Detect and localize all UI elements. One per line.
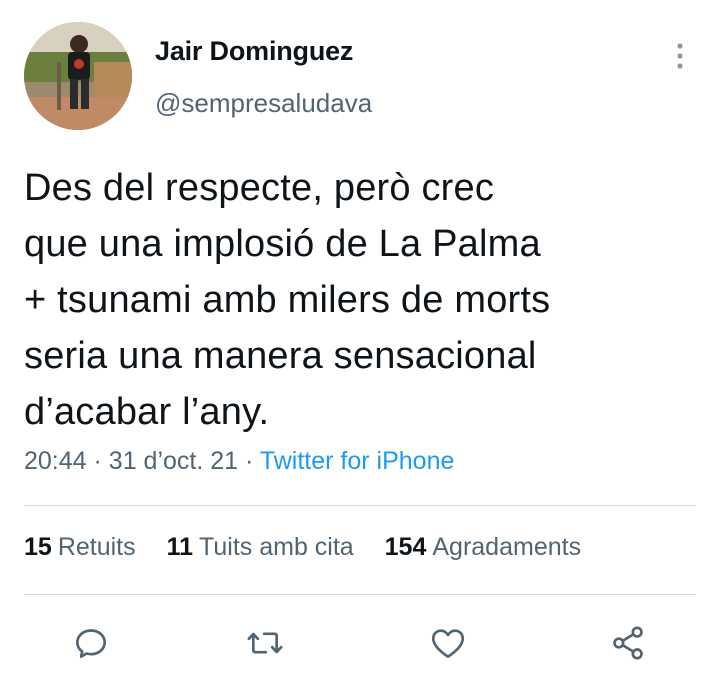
tweet-meta: 20:44 · 31 d’oct. 21 · Twitter for iPhon…	[24, 447, 454, 476]
heart-icon	[431, 629, 465, 658]
retweets-count: 15	[24, 533, 52, 561]
divider	[24, 594, 696, 595]
quotes-stat[interactable]: 11 Tuits amb cita	[167, 533, 354, 562]
quotes-label: Tuits amb cita	[199, 533, 354, 561]
reply-icon	[76, 629, 106, 658]
likes-label: Agradaments	[432, 533, 582, 561]
like-button[interactable]	[420, 615, 476, 671]
retweet-icon	[247, 632, 283, 654]
share-icon	[613, 626, 643, 660]
likes-stat[interactable]: 154 Agradaments	[385, 533, 581, 562]
tweet-text-line: + tsunami amb milers de morts	[24, 279, 551, 321]
tweet-time[interactable]: 20:44	[24, 447, 87, 475]
more-options-button[interactable]	[666, 40, 694, 72]
more-vertical-icon	[677, 43, 683, 69]
divider	[24, 505, 696, 506]
avatar[interactable]	[24, 22, 132, 130]
reply-button[interactable]	[63, 615, 119, 671]
likes-count: 154	[384, 533, 427, 561]
profile-photo-icon	[24, 22, 132, 130]
tweet-date[interactable]: 31 d’oct. 21	[109, 447, 238, 475]
quotes-count: 11	[166, 533, 194, 561]
author-handle[interactable]: @sempresaludava	[155, 88, 372, 119]
tweet-stats: 15 Retuits 11 Tuits amb cita 154 Agradament…	[24, 533, 581, 562]
tweet-text-line: que una implosió de La Palma	[24, 223, 541, 265]
tweet-text-line: d’acabar l’any.	[24, 391, 270, 433]
retweets-label: Retuits	[57, 533, 136, 561]
tweet-text: Des del respecte, però crec que una impl…	[24, 160, 694, 440]
tweet-text-line: seria una manera sensacional	[24, 335, 537, 377]
tweet-card: Jair Dominguez @sempresaludava Des del r…	[0, 0, 720, 691]
author-display-name[interactable]: Jair Dominguez	[155, 36, 353, 67]
action-bar	[0, 615, 720, 671]
retweets-stat[interactable]: 15 Retuits	[24, 533, 136, 562]
tweet-source-link[interactable]: Twitter for iPhone	[260, 447, 455, 475]
retweet-button[interactable]	[237, 615, 293, 671]
tweet-text-line: Des del respecte, però crec	[24, 167, 495, 209]
share-button[interactable]	[600, 615, 656, 671]
meta-separator: ·	[245, 447, 260, 475]
meta-separator: ·	[93, 447, 109, 475]
